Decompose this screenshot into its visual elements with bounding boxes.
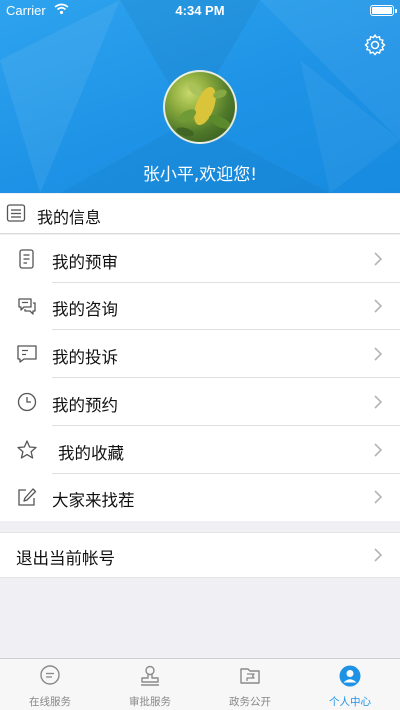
menu-item-label: 大家来找茬 bbox=[52, 491, 135, 510]
clock-icon bbox=[17, 392, 37, 412]
edit-pencil-icon bbox=[18, 488, 37, 506]
menu-item-label: 我的预审 bbox=[52, 253, 118, 272]
stamp-icon bbox=[141, 665, 159, 686]
menu-item-consultation[interactable]: 我的咨询 bbox=[0, 282, 400, 330]
logout-label: 退出当前帐号 bbox=[16, 549, 115, 568]
document-list-icon bbox=[19, 249, 34, 269]
message-lines-icon bbox=[17, 345, 37, 363]
menu-item-label: 我的咨询 bbox=[52, 300, 118, 319]
logout-button[interactable]: 退出当前帐号 bbox=[0, 532, 400, 578]
chevron-right-icon bbox=[374, 490, 383, 504]
chevron-right-icon bbox=[374, 548, 383, 562]
menu-item-appointment[interactable]: 我的预约 bbox=[0, 378, 400, 426]
tab-bar: 在线服务 审批服务 政务公开 个人中心 bbox=[0, 658, 400, 710]
tab-label: 个人中心 bbox=[329, 696, 371, 708]
tab-label: 在线服务 bbox=[29, 696, 71, 708]
tab-online-service[interactable]: 在线服务 bbox=[0, 659, 100, 710]
tab-label: 审批服务 bbox=[129, 696, 171, 708]
tab-government-affairs[interactable]: 政务公开 bbox=[200, 659, 300, 710]
chat-bubble-icon bbox=[40, 665, 60, 685]
menu-item-pre-review[interactable]: 我的预审 bbox=[0, 235, 400, 283]
settings-gear-icon[interactable] bbox=[363, 33, 387, 57]
menu-list: 我的预审 我的咨询 我的投诉 我的预约 我的收藏 大家来找茬 bbox=[0, 235, 400, 521]
chevron-right-icon bbox=[374, 347, 383, 361]
chevron-right-icon bbox=[374, 299, 383, 313]
status-time: 4:34 PM bbox=[175, 3, 225, 18]
menu-item-label: 我的预约 bbox=[52, 396, 118, 415]
menu-item-complaint[interactable]: 我的投诉 bbox=[0, 330, 400, 378]
chevron-right-icon bbox=[374, 395, 383, 409]
status-bar: Carrier 4:34 PM bbox=[0, 0, 400, 22]
chevron-right-icon bbox=[374, 443, 383, 457]
welcome-text: 张小平,欢迎您! bbox=[142, 165, 258, 185]
tab-label: 政务公开 bbox=[229, 696, 271, 708]
my-info-section-header: 我的信息 bbox=[0, 194, 400, 234]
menu-item-label: 我的收藏 bbox=[58, 444, 124, 463]
star-icon bbox=[17, 440, 37, 459]
menu-item-label: 我的投诉 bbox=[52, 348, 118, 367]
avatar[interactable] bbox=[163, 70, 237, 144]
profile-header: Carrier 4:34 PM 张小平,欢迎您! bbox=[0, 0, 400, 193]
folder-flag-icon bbox=[240, 668, 260, 684]
tab-approval-service[interactable]: 审批服务 bbox=[100, 659, 200, 710]
menu-item-find-faults[interactable]: 大家来找茬 bbox=[0, 473, 400, 521]
chevron-right-icon bbox=[374, 252, 383, 266]
chat-bubbles-icon bbox=[18, 298, 36, 315]
battery-icon bbox=[370, 5, 397, 16]
menu-item-favorites[interactable]: 我的收藏 bbox=[0, 426, 400, 474]
tab-personal-center[interactable]: 个人中心 bbox=[300, 659, 400, 710]
person-circle-icon bbox=[339, 665, 361, 687]
app-screen: Carrier 4:34 PM 张小平,欢迎您! 我的信息 我的预审 我的咨询 … bbox=[0, 0, 400, 710]
section-title: 我的信息 bbox=[37, 208, 102, 227]
info-card-icon bbox=[6, 204, 26, 222]
